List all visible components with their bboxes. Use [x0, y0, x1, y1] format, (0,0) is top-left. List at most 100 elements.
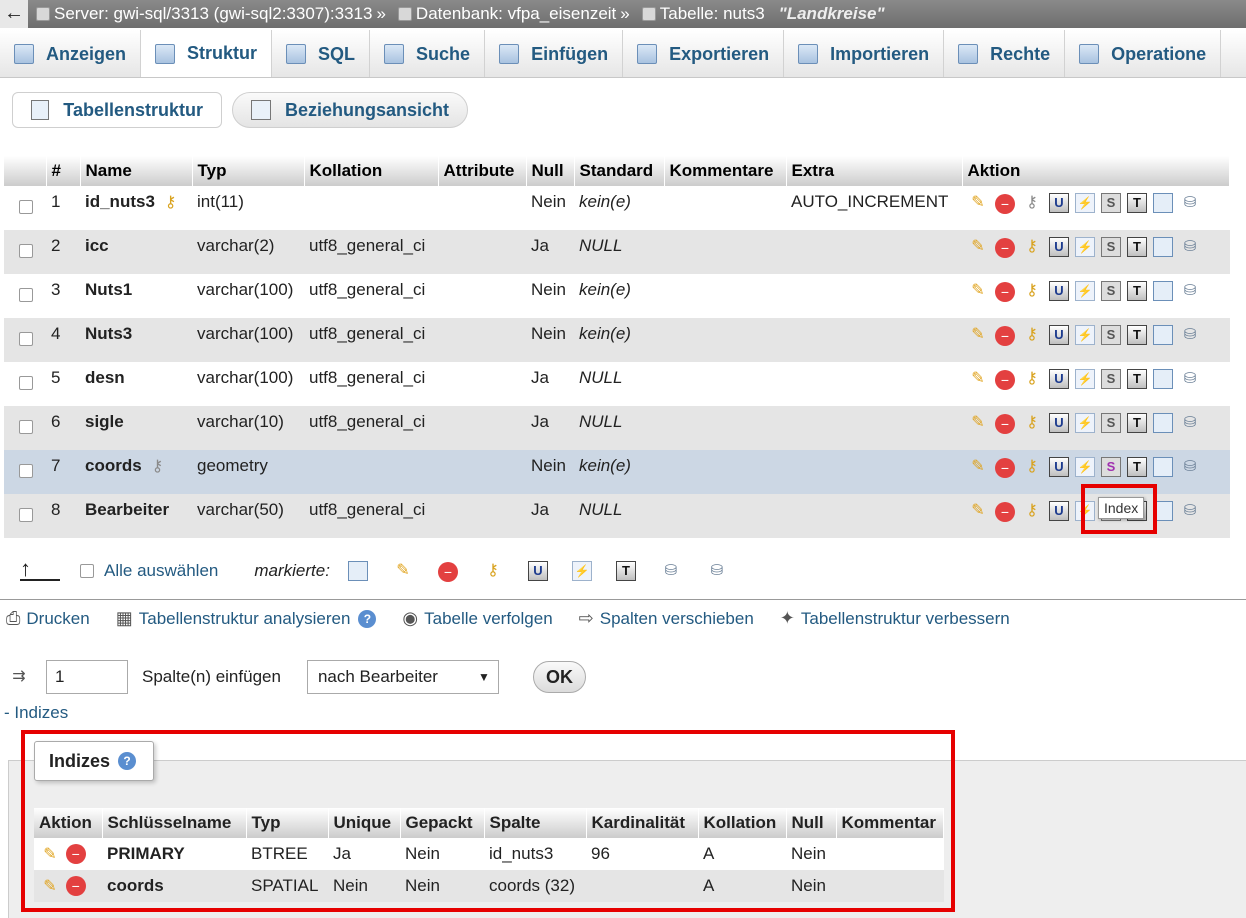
primary-key-action-icon[interactable]: ⚷: [1021, 280, 1043, 302]
edit-icon[interactable]: ✎: [967, 456, 989, 478]
drop-icon[interactable]: −: [995, 193, 1015, 214]
drop-selected-icon[interactable]: −: [437, 561, 458, 582]
drop-icon[interactable]: −: [995, 413, 1015, 434]
unique-icon[interactable]: U: [1049, 237, 1069, 257]
unique-selected-icon[interactable]: U: [527, 561, 548, 581]
fulltext-icon[interactable]: T: [1127, 325, 1147, 345]
fulltext-icon[interactable]: T: [1127, 413, 1147, 433]
index-icon[interactable]: ⚡: [1075, 457, 1095, 477]
primary-key-action-icon[interactable]: ⚷: [1021, 412, 1043, 434]
index-icon[interactable]: ⚡: [1075, 413, 1095, 433]
central-column-icon[interactable]: ⛁: [1179, 500, 1201, 522]
distinct-values-icon[interactable]: [1153, 369, 1173, 389]
distinct-values-icon[interactable]: [1153, 193, 1173, 213]
primary-selected-icon[interactable]: ⚷: [482, 560, 504, 582]
fulltext-icon[interactable]: T: [1127, 237, 1147, 257]
row-checkbox[interactable]: [19, 200, 33, 214]
primary-key-action-icon[interactable]: ⚷: [1021, 456, 1043, 478]
unique-icon[interactable]: U: [1049, 193, 1069, 213]
ok-button[interactable]: OK: [532, 661, 586, 693]
row-checkbox[interactable]: [19, 376, 33, 390]
row-checkbox[interactable]: [19, 332, 33, 346]
distinct-values-icon[interactable]: [1153, 325, 1173, 345]
drop-icon[interactable]: −: [995, 501, 1015, 522]
index-selected-icon[interactable]: ⚡: [571, 561, 592, 581]
edit-icon[interactable]: ✎: [967, 500, 989, 522]
col-header-attributes[interactable]: Attribute: [438, 156, 527, 186]
distinct-values-icon[interactable]: [1153, 413, 1173, 433]
tab-operationen[interactable]: Operatione: [1065, 30, 1222, 77]
fulltext-icon[interactable]: T: [1127, 457, 1147, 477]
distinct-values-icon[interactable]: [1153, 457, 1173, 477]
unique-icon[interactable]: U: [1049, 369, 1069, 389]
index-icon[interactable]: ⚡: [1075, 237, 1095, 257]
unique-icon[interactable]: U: [1049, 413, 1069, 433]
breadcrumb-server[interactable]: Server: gwi-sql/3313 (gwi-sql2:3307):331…: [36, 4, 372, 24]
fulltext-icon[interactable]: T: [1127, 369, 1147, 389]
breadcrumb-database[interactable]: Datenbank: vfpa_eisenzeit: [397, 4, 616, 24]
row-checkbox[interactable]: [19, 288, 33, 302]
drop-icon[interactable]: −: [995, 325, 1015, 346]
index-icon[interactable]: ⚡: [1075, 193, 1095, 213]
column-count-input[interactable]: 1: [46, 660, 128, 694]
index-icon[interactable]: ⚡: [1075, 325, 1095, 345]
tab-anzeigen[interactable]: Anzeigen: [0, 30, 142, 77]
edit-icon[interactable]: ✎: [967, 280, 989, 302]
remove-central-column-icon[interactable]: ⛁: [706, 560, 728, 582]
index-icon[interactable]: ⚡: [1075, 281, 1095, 301]
track-link[interactable]: ◉ Tabelle verfolgen: [402, 608, 552, 629]
col-header-type[interactable]: Typ: [192, 156, 305, 186]
index-icon[interactable]: ⚡: [1075, 369, 1095, 389]
column-position-select[interactable]: nach Bearbeiter ▼: [306, 660, 499, 694]
spatial-icon[interactable]: S: [1101, 281, 1121, 301]
tab-einfuegen[interactable]: Einfügen: [485, 30, 624, 77]
edit-icon[interactable]: ✎: [967, 192, 989, 214]
primary-key-action-icon[interactable]: ⚷: [1021, 324, 1043, 346]
fulltext-selected-icon[interactable]: T: [615, 561, 636, 581]
col-header-collation[interactable]: Kollation: [304, 156, 439, 186]
tab-exportieren[interactable]: Exportieren: [623, 30, 785, 77]
edit-selected-icon[interactable]: ✎: [392, 560, 414, 582]
spatial-icon[interactable]: S: [1101, 193, 1121, 213]
breadcrumb-table[interactable]: Tabelle: nuts3: [641, 4, 765, 24]
edit-icon[interactable]: ✎: [967, 236, 989, 258]
central-column-icon[interactable]: ⛁: [1179, 280, 1201, 302]
help-icon[interactable]: ?: [358, 609, 377, 628]
unique-icon[interactable]: U: [1049, 457, 1069, 477]
row-checkbox[interactable]: [19, 464, 33, 478]
fulltext-icon[interactable]: T: [1127, 193, 1147, 213]
central-column-icon[interactable]: ⛁: [1179, 368, 1201, 390]
spatial-icon[interactable]: S: [1101, 413, 1121, 433]
row-checkbox[interactable]: [19, 420, 33, 434]
fulltext-icon[interactable]: T: [1127, 281, 1147, 301]
spatial-icon[interactable]: S: [1101, 325, 1121, 345]
drop-icon[interactable]: −: [995, 281, 1015, 302]
spatial-icon[interactable]: S: [1101, 457, 1121, 477]
select-all-checkbox[interactable]: [80, 564, 94, 578]
primary-key-action-icon[interactable]: ⚷: [1021, 368, 1043, 390]
col-header-num[interactable]: #: [46, 156, 81, 186]
back-arrow-icon[interactable]: ←: [0, 0, 28, 28]
select-all-label[interactable]: Alle auswählen: [104, 561, 218, 581]
edit-icon[interactable]: ✎: [967, 324, 989, 346]
row-checkbox[interactable]: [19, 508, 33, 522]
analyze-link[interactable]: ▦ Tabellenstruktur analysieren?: [116, 608, 377, 629]
col-header-null[interactable]: Null: [526, 156, 575, 186]
central-column-icon[interactable]: ⛁: [1179, 412, 1201, 434]
tab-importieren[interactable]: Importieren: [784, 30, 945, 77]
unique-icon[interactable]: U: [1049, 501, 1069, 521]
distinct-values-icon[interactable]: [1153, 237, 1173, 257]
primary-key-action-icon[interactable]: ⚷: [1021, 192, 1043, 214]
row-checkbox[interactable]: [19, 244, 33, 258]
tab-sql[interactable]: SQL: [272, 30, 371, 77]
spatial-icon[interactable]: S: [1101, 237, 1121, 257]
col-header-comments[interactable]: Kommentare: [664, 156, 787, 186]
improve-link[interactable]: ✦ Tabellenstruktur verbessern: [780, 608, 1010, 629]
central-column-icon[interactable]: ⛁: [1179, 324, 1201, 346]
move-columns-link[interactable]: ⇨ Spalten verschieben: [579, 608, 754, 629]
col-header-name[interactable]: Name: [80, 156, 193, 186]
browse-selected-icon[interactable]: [347, 561, 368, 581]
drop-icon[interactable]: −: [995, 237, 1015, 258]
central-column-icon[interactable]: ⛁: [1179, 236, 1201, 258]
central-column-icon[interactable]: ⛁: [1179, 456, 1201, 478]
